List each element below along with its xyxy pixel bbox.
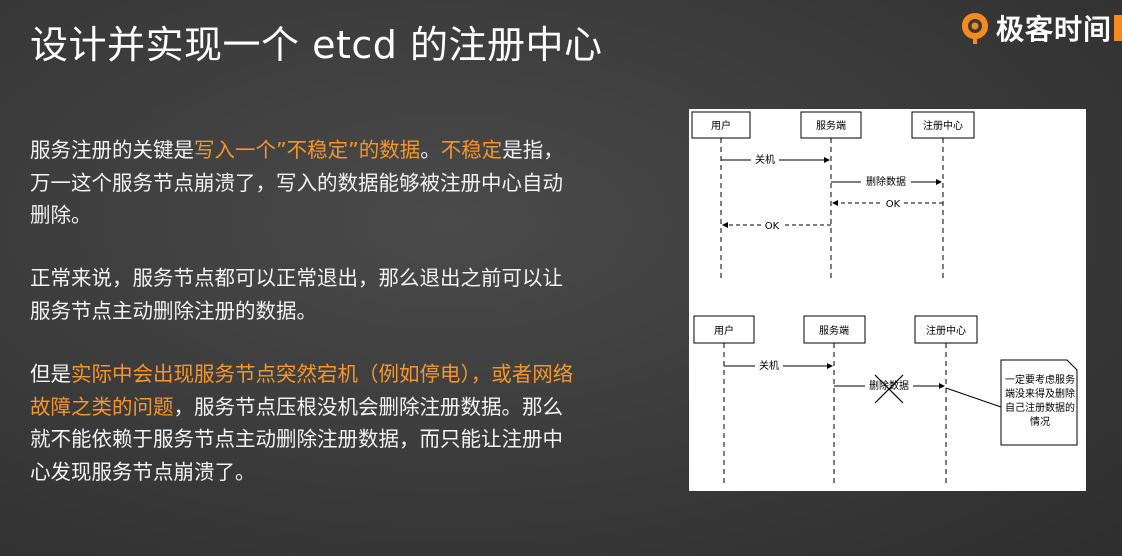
top-actor-server: 服务端 — [816, 119, 846, 132]
bottom-actor-registry: 注册中心 — [926, 324, 966, 337]
bottom-actor-server: 服务端 — [819, 324, 849, 337]
page-title: 设计并实现一个 etcd 的注册中心 — [30, 23, 603, 67]
note-connector — [945, 387, 1002, 408]
paragraph-registration-key: 服务注册的关键是写入一个”不稳定”的数据。不稳定是指，万一这个服务节点崩溃了，写… — [30, 134, 575, 232]
top-msg-ok-user: OK — [765, 221, 780, 232]
note-line: 端没来得及删除 — [1005, 387, 1075, 400]
paragraph-normal-exit: 正常来说，服务节点都可以正常退出，那么退出之前可以让服务节点主动删除注册的数据。 — [30, 262, 575, 327]
note-line: 自己注册数据的 — [1005, 401, 1075, 414]
bottom-msg-shutdown: 关机 — [759, 359, 779, 372]
top-actor-user: 用户 — [711, 119, 731, 132]
paragraph-crash-case: 但是实际中会出现服务节点突然宕机（例如停电），或者网络故障之类的问题，服务节点压… — [30, 358, 575, 488]
logo-text: 极客时间 — [995, 13, 1112, 46]
bottom-actor-user: 用户 — [714, 324, 734, 337]
note-line: 情况 — [1030, 415, 1050, 428]
bottom-msg-delete: 删除数据 — [869, 379, 909, 392]
sequence-diagram-svg: 用户 服务端 注册中心 关机 删除数据 OK OK 用户 服务端 注册中心 关机… — [691, 111, 1078, 487]
sequence-diagram: 用户 服务端 注册中心 关机 删除数据 OK OK 用户 服务端 注册中心 关机… — [689, 109, 1086, 491]
bottom-sequence: 用户 服务端 注册中心 关机 删除数据 一定要考虑服务 端没来得及删除 自己注册… — [693, 315, 1078, 487]
text-segment: 正常来说，服务节点都可以正常退出，那么退出之前可以让服务节点主动删除注册的数据。 — [30, 266, 563, 323]
text-segment: 但是 — [30, 362, 71, 386]
highlight-segment: 写入一个”不稳定”的数据 — [194, 138, 421, 162]
top-actor-registry: 注册中心 — [923, 119, 963, 132]
note-line: 一定要考虑服务 — [1005, 373, 1075, 386]
brand-logo: 极客时间 — [960, 10, 1122, 46]
top-msg-ok-registry: OK — [886, 199, 901, 210]
geek-time-logo-icon — [961, 13, 988, 44]
text-segment: 服务注册的关键是 — [30, 138, 194, 162]
top-msg-delete: 删除数据 — [866, 175, 906, 188]
text-segment: 。 — [420, 138, 441, 162]
top-sequence: 用户 服务端 注册中心 关机 删除数据 OK OK — [691, 111, 975, 279]
highlight-segment: 不稳定 — [440, 138, 503, 162]
logo-accent-bar — [1114, 15, 1122, 41]
top-msg-shutdown: 关机 — [755, 153, 775, 166]
